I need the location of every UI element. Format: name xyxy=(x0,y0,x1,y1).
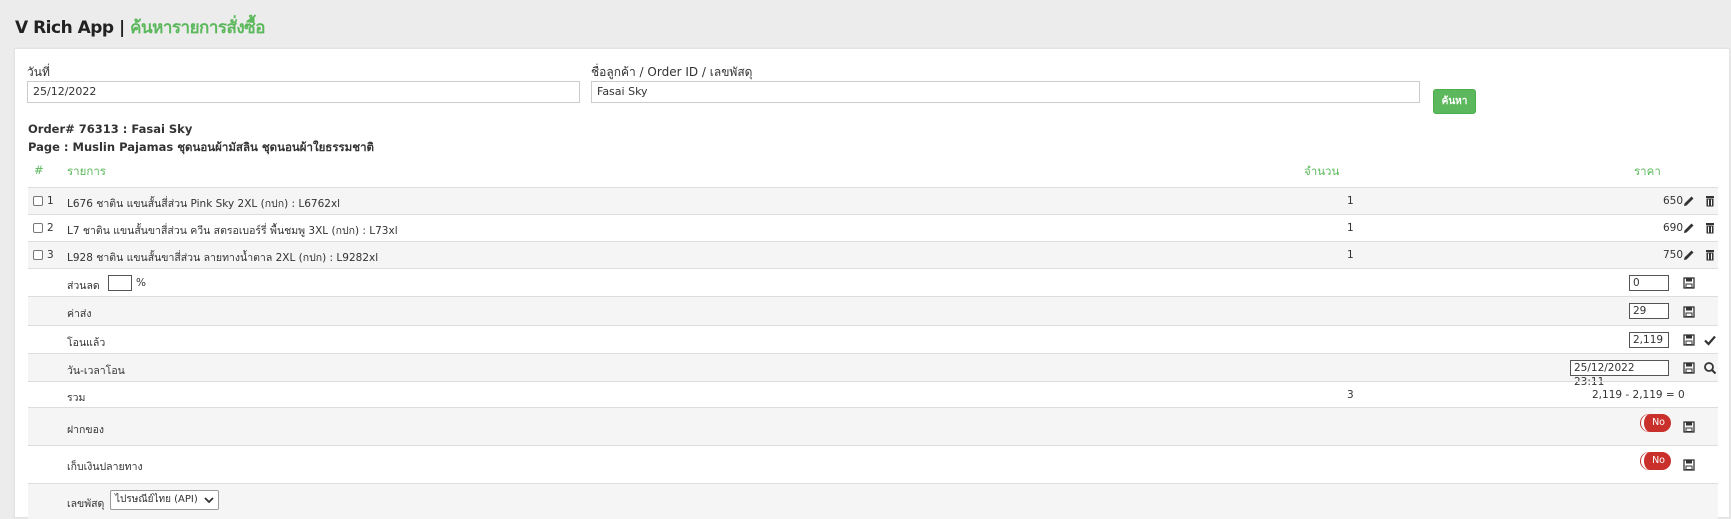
total-formula: 2,119 - 2,119 = 0 xyxy=(1592,389,1685,401)
save-icon[interactable] xyxy=(1682,305,1696,319)
app-name: V Rich App | xyxy=(15,18,125,38)
total-label: รวม xyxy=(67,392,86,404)
deposit-toggle[interactable]: No xyxy=(1641,414,1671,432)
save-icon[interactable] xyxy=(1682,420,1696,434)
save-icon[interactable] xyxy=(1682,333,1696,347)
cod-label: เก็บเงินปลายทาง xyxy=(67,461,143,473)
edit-icon[interactable] xyxy=(1682,194,1696,208)
edit-icon[interactable] xyxy=(1682,221,1696,235)
col-header-num: # xyxy=(34,163,44,177)
percent-sign: % xyxy=(136,277,146,289)
row-checkbox[interactable] xyxy=(33,196,43,206)
discount-amount-input[interactable]: 0 xyxy=(1629,275,1669,291)
order-page-line: Page : Muslin Pajamas ชุดนอนผ้ามัสลิน ชุ… xyxy=(28,140,374,154)
discount-label: ส่วนลด xyxy=(67,280,100,292)
page-title: ค้นหารายการสั่งซื้อ xyxy=(130,18,265,38)
deposit-label: ฝากของ xyxy=(67,424,105,436)
tracking-label: เลขพัสดุ xyxy=(67,498,105,510)
shipping-row: ค่าส่ง 29 xyxy=(28,296,1718,325)
row-price: 690 xyxy=(1663,222,1684,234)
row-price: 650 xyxy=(1663,195,1684,207)
transferred-input[interactable]: 2,119 xyxy=(1629,332,1669,348)
app-header: V Rich App | ค้นหารายการสั่งซื้อ xyxy=(0,0,1731,48)
row-item-name: L928 ชาติน แขนสั้นขาสี่ส่วน ลายทางน้ำตาล… xyxy=(67,252,379,264)
row-item-name: L676 ชาติน แขนสั้นสี่ส่วน Pink Sky 2XL (… xyxy=(67,198,341,210)
delete-icon[interactable] xyxy=(1703,194,1717,208)
check-icon[interactable] xyxy=(1703,333,1717,347)
shipping-label: ค่าส่ง xyxy=(67,308,92,320)
save-icon[interactable] xyxy=(1682,276,1696,290)
save-icon[interactable] xyxy=(1682,458,1696,472)
row-number: 2 xyxy=(47,222,54,234)
transferred-row: โอนแล้ว 2,119 xyxy=(28,325,1718,353)
col-header-price: ราคา xyxy=(1634,164,1661,178)
chevron-down-icon xyxy=(204,497,214,504)
carrier-select[interactable]: ไปรษณีย์ไทย (API) xyxy=(110,490,219,510)
row-number: 1 xyxy=(47,195,54,207)
search-button[interactable]: ค้นหา xyxy=(1433,89,1476,114)
row-qty: 1 xyxy=(1347,195,1354,207)
row-item-name: L7 ชาติน แขนสั้นขาสี่ส่วน ควีน สตรอเบอร์… xyxy=(67,225,398,237)
row-number: 3 xyxy=(47,249,54,261)
row-price: 750 xyxy=(1663,249,1684,261)
date-label: วันที่ xyxy=(27,65,50,79)
transferred-label: โอนแล้ว xyxy=(67,337,106,349)
order-id-line: Order# 76313 : Fasai Sky xyxy=(28,122,193,136)
delete-icon[interactable] xyxy=(1703,221,1717,235)
carrier-selected-value: ไปรษณีย์ไทย (API) xyxy=(115,494,198,505)
cod-row: เก็บเงินปลายทาง No xyxy=(28,445,1718,483)
row-checkbox[interactable] xyxy=(33,223,43,233)
col-header-qty: จำนวน xyxy=(1304,164,1340,178)
table-row: 2 L7 ชาติน แขนสั้นขาสี่ส่วน ควีน สตรอเบอ… xyxy=(28,214,1718,241)
search-panel: วันที่ 25/12/2022 ชื่อลูกค้า / Order ID … xyxy=(14,48,1730,519)
discount-percent-input[interactable] xyxy=(108,275,132,291)
cod-toggle[interactable]: No xyxy=(1641,452,1671,470)
date-input[interactable]: 25/12/2022 xyxy=(27,81,580,103)
query-input[interactable]: Fasai Sky xyxy=(591,81,1420,103)
edit-icon[interactable] xyxy=(1682,248,1696,262)
row-checkbox[interactable] xyxy=(33,250,43,260)
delete-icon[interactable] xyxy=(1703,248,1717,262)
table-row: 1 L676 ชาติน แขนสั้นสี่ส่วน Pink Sky 2XL… xyxy=(28,187,1718,214)
row-qty: 1 xyxy=(1347,222,1354,234)
shipping-input[interactable]: 29 xyxy=(1629,303,1669,319)
transfer-time-input[interactable]: 25/12/2022 23:11 xyxy=(1570,360,1669,388)
save-icon[interactable] xyxy=(1682,361,1696,375)
transfer-time-label: วัน-เวลาโอน xyxy=(67,365,125,377)
table-row: 3 L928 ชาติน แขนสั้นขาสี่ส่วน ลายทางน้ำต… xyxy=(28,241,1718,268)
search-icon[interactable] xyxy=(1703,361,1717,375)
total-qty: 3 xyxy=(1347,389,1354,401)
query-label: ชื่อลูกค้า / Order ID / เลขพัสดุ xyxy=(591,65,753,79)
deposit-row: ฝากของ No xyxy=(28,407,1718,445)
row-qty: 1 xyxy=(1347,249,1354,261)
total-row: รวม 3 2,119 - 2,119 = 0 xyxy=(28,381,1718,407)
discount-row: ส่วนลด % 0 xyxy=(28,268,1718,296)
col-header-item: รายการ xyxy=(67,164,106,178)
transfer-time-row: วัน-เวลาโอน 25/12/2022 23:11 xyxy=(28,353,1718,388)
